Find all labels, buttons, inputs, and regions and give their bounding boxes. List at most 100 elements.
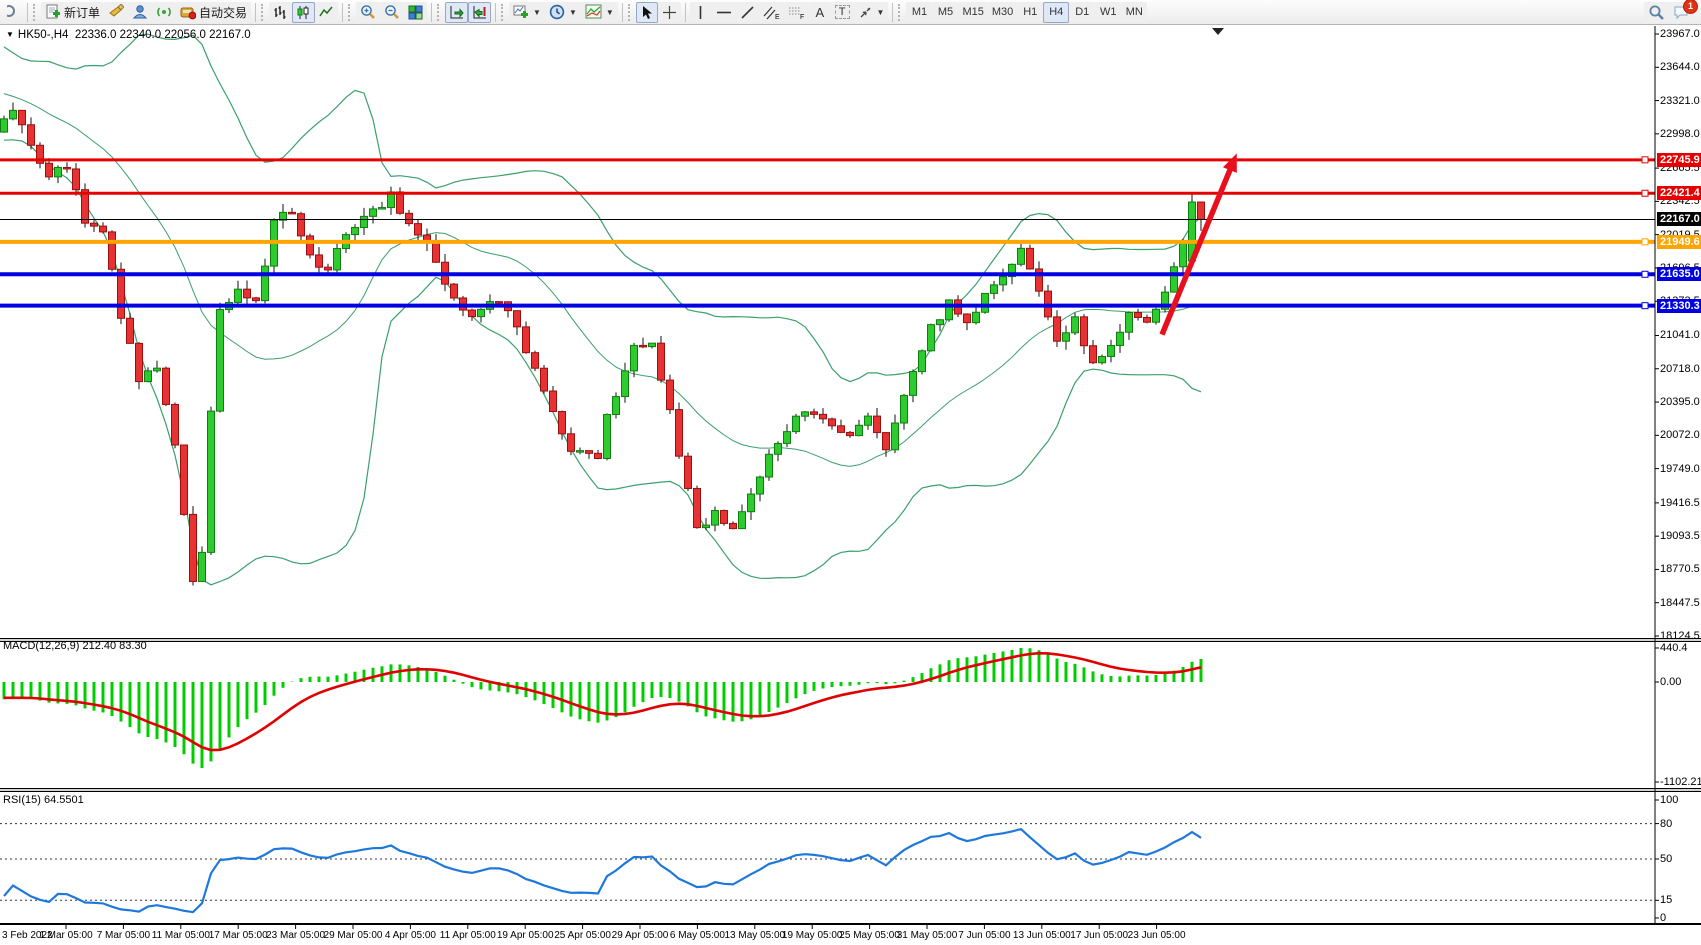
auto-scroll-button[interactable]: [445, 2, 468, 23]
trendline-button[interactable]: [736, 2, 759, 23]
candle-body: [622, 371, 629, 397]
chart-shift-button[interactable]: [468, 2, 491, 23]
candle-body: [145, 371, 152, 382]
line-chart-button[interactable]: [315, 2, 338, 23]
indicators-button[interactable]: ▼: [581, 2, 618, 23]
chart-shift-icon: [472, 5, 487, 20]
chart-window[interactable]: ▼HK50-,H4 22336.0 22340.0 22056.0 22167.…: [0, 26, 1701, 945]
timeframe-m15-button[interactable]: M15: [958, 2, 987, 23]
timeframe-m1-button[interactable]: M1: [906, 2, 932, 23]
cursor-button[interactable]: [636, 2, 658, 23]
candle-body: [361, 216, 368, 227]
candle-body: [217, 310, 224, 412]
periods-button[interactable]: ▼: [545, 2, 581, 23]
level-line-handle: [1642, 239, 1648, 245]
signal-icon: [156, 4, 172, 20]
price-axis-label: 19093.5: [1660, 530, 1701, 542]
rsi-axis-label: 0: [1660, 912, 1701, 924]
candle-body: [577, 451, 584, 453]
price-axis-label: 18770.5: [1660, 563, 1701, 575]
candlestick-chart-button[interactable]: [292, 2, 315, 23]
tile-windows-button[interactable]: [404, 2, 427, 23]
dropdown-caret: ▼: [606, 8, 614, 17]
bollinger-lower-band: [4, 140, 1201, 585]
crosshair-button[interactable]: [658, 2, 681, 23]
new-order-button[interactable]: 新订单: [41, 2, 104, 23]
chart-canvas[interactable]: [0, 26, 1701, 945]
arrows-button[interactable]: ▼: [854, 2, 889, 23]
time-axis-label: 1 Mar 05:00: [39, 930, 92, 941]
candle-body: [703, 525, 710, 528]
signals-button[interactable]: [152, 2, 176, 23]
candle-body: [757, 477, 764, 494]
candle-body: [433, 242, 440, 262]
candle-body: [586, 451, 593, 454]
candle-body: [289, 212, 296, 214]
macd-indicator-label: MACD(12,26,9) 212.40 83.30: [3, 640, 147, 652]
candle-body: [973, 312, 980, 322]
price-axis-label: 23644.0: [1660, 61, 1701, 73]
candle-body: [496, 302, 503, 304]
community-button[interactable]: [128, 2, 152, 23]
candle-body: [550, 391, 557, 412]
timeframe-h1-button[interactable]: H1: [1017, 2, 1043, 23]
zoom-in-icon: [360, 4, 376, 20]
timeframe-h4-button[interactable]: H4: [1043, 2, 1069, 23]
candle-body: [685, 456, 692, 488]
price-axis-label: 20718.0: [1660, 363, 1701, 375]
candle-body: [568, 434, 575, 452]
candle-body: [667, 380, 674, 410]
person-icon: [132, 4, 148, 20]
candle-body: [793, 416, 800, 431]
time-axis-label: 31 May 05:00: [897, 930, 958, 941]
chart-title-collapse-icon[interactable]: ▼: [6, 30, 14, 39]
candle-body: [874, 416, 881, 432]
dropdown-caret: ▼: [877, 8, 885, 17]
autotrading-button[interactable]: 自动交易: [176, 2, 251, 23]
fibonacci-button[interactable]: F: [784, 2, 809, 23]
candle-body: [1099, 356, 1106, 362]
time-axis-label: 4 Apr 05:00: [385, 930, 436, 941]
horizontal-line-button[interactable]: [712, 2, 736, 23]
rsi-axis-label: 100: [1660, 794, 1701, 806]
styler-button[interactable]: [104, 2, 128, 23]
timeframe-w1-button[interactable]: W1: [1095, 2, 1121, 23]
zoom-out-button[interactable]: [380, 2, 404, 23]
candle-body: [766, 454, 773, 477]
text-label-button[interactable]: T: [831, 2, 854, 23]
notifications-button[interactable]: 1: [1669, 2, 1694, 23]
candle-body: [127, 318, 134, 343]
line-chart-icon: [319, 5, 334, 20]
candle-body: [298, 214, 305, 236]
level-line-handle: [1642, 157, 1648, 163]
candle-body: [946, 300, 953, 320]
price-axis-label: 19749.0: [1660, 463, 1701, 475]
new-chart-button[interactable]: ▼: [509, 2, 545, 23]
clock-icon: [549, 4, 565, 20]
time-axis-label: 19 Apr 05:00: [497, 930, 554, 941]
zoom-out-icon: [384, 4, 400, 20]
time-axis-label: 7 Jun 05:00: [958, 930, 1010, 941]
timeframe-m5-button[interactable]: M5: [932, 2, 958, 23]
fibonacci-icon: F: [788, 5, 805, 20]
candle-body: [478, 309, 485, 316]
candlestick-chart-icon: [296, 5, 311, 20]
timeframe-m30-button[interactable]: M30: [988, 2, 1017, 23]
bollinger-middle-band: [4, 94, 1201, 467]
candle-body: [559, 412, 566, 434]
candle-body: [676, 410, 683, 457]
text-button[interactable]: A: [809, 2, 831, 23]
candle-body: [964, 314, 971, 323]
price-axis-label: 23321.0: [1660, 95, 1701, 107]
vertical-line-button[interactable]: [690, 2, 712, 23]
candle-body: [514, 311, 521, 327]
zoom-in-button[interactable]: [356, 2, 380, 23]
search-button[interactable]: [1644, 2, 1669, 23]
timeframe-mn-button[interactable]: MN: [1121, 2, 1147, 23]
candle-body: [604, 414, 611, 458]
rsi-axis-label: 80: [1660, 818, 1701, 830]
bar-chart-button[interactable]: [269, 2, 292, 23]
timeframe-d1-button[interactable]: D1: [1069, 2, 1095, 23]
equidistant-channel-button[interactable]: E: [759, 2, 784, 23]
candle-body: [199, 552, 206, 581]
